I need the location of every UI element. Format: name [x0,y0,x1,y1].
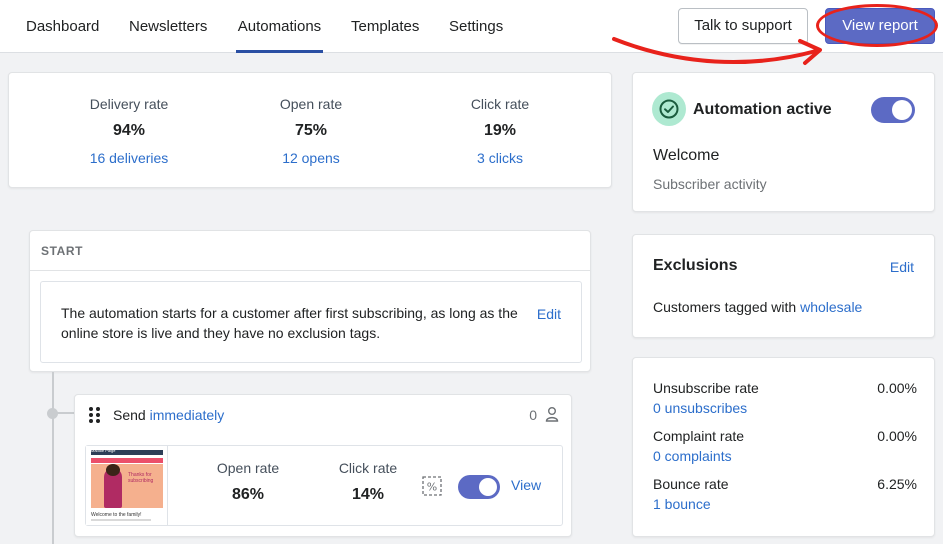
tab-dashboard[interactable]: Dashboard [26,0,99,53]
send-prefix: Send [113,407,146,423]
exclusions-edit-link[interactable]: Edit [890,259,914,275]
rate-unsubscribe: Unsubscribe rate 0.00% 0 unsubscribes [653,380,917,416]
flow-connector-dot [47,408,58,419]
email-click-rate: Click rate 14% [308,460,428,504]
start-step-heading: START [30,231,590,271]
automation-status-card: Automation active Welcome Subscriber act… [632,72,935,212]
rate-link[interactable]: 1 bounce [653,496,917,512]
rate-value: 6.25% [877,476,917,492]
metric-label: Delivery rate [89,96,169,112]
metric-open: Open rate 75% 12 opens [231,96,391,166]
exclusions-card: Exclusions Edit Customers tagged with wh… [632,234,935,338]
rate-link[interactable]: 0 unsubscribes [653,400,917,416]
status-badge [652,92,686,126]
thumbnail-body-text: Welcome to the family! [91,512,142,518]
email-details: Maddie Paige Thanks for subscribing Welc… [85,445,563,526]
email-open-rate: Open rate 86% [188,460,308,504]
start-step-description: The automation starts for a customer aft… [61,305,518,341]
metric-link[interactable]: 16 deliveries [49,150,209,166]
metric-label: Open rate [279,96,343,112]
metric-link[interactable]: 12 opens [231,150,391,166]
exclusions-title: Exclusions [653,257,738,274]
exclusion-tag-link[interactable]: wholesale [800,299,862,315]
automation-active-toggle[interactable] [871,97,915,123]
metric-value: 75% [294,122,328,139]
recipient-count: 0 [529,407,537,423]
thumbnail-banner: Thanks for subscribing [128,472,154,484]
rate-link[interactable]: 0 complaints [653,448,917,464]
tab-settings[interactable]: Settings [449,0,503,53]
flow-connector-line [52,372,54,544]
annotation-highlight-circle [816,4,938,47]
metric-link[interactable]: 3 clicks [420,150,580,166]
email-view-link[interactable]: View [511,477,541,493]
check-circle-icon [659,99,679,119]
start-edit-link[interactable]: Edit [537,306,561,322]
send-timing-label: Send immediately [113,407,224,423]
discount-icon[interactable]: % [422,476,442,496]
email-click-label: Click rate [338,460,398,476]
tab-templates[interactable]: Templates [351,0,419,53]
email-step-card: Send immediately 0 Maddie Paige Thanks f… [74,394,572,537]
thumbnail-nav-strip [91,458,163,463]
email-open-value: 86% [231,486,265,503]
send-timing-link[interactable]: immediately [150,407,225,423]
automation-status-title: Automation active [693,101,832,118]
exclusions-text: Customers tagged with [653,299,797,315]
metric-delivery: Delivery rate 94% 16 deliveries [49,96,209,166]
tab-newsletters[interactable]: Newsletters [129,0,207,53]
metric-label: Click rate [470,96,530,112]
svg-text:%: % [427,481,437,494]
email-click-value: 14% [351,486,385,503]
drag-handle-icon[interactable] [89,407,101,423]
tab-automations[interactable]: Automations [236,0,323,53]
rate-value: 0.00% [877,380,917,396]
automation-name: Welcome [653,147,720,164]
thumbnail-person-hair [106,464,120,476]
annotation-arrow-icon [612,37,822,65]
thumbnail-hero [91,464,163,508]
summary-metrics-card: Delivery rate 94% 16 deliveries Open rat… [8,72,612,188]
metric-value: 94% [112,122,146,139]
rate-bounce: Bounce rate 6.25% 1 bounce [653,476,917,512]
rate-complaint: Complaint rate 0.00% 0 complaints [653,428,917,464]
toggle-knob [479,478,497,496]
automation-trigger: Subscriber activity [653,176,767,192]
exclusions-description: Customers tagged with wholesale [653,299,862,315]
thumbnail-brand: Maddie Paige [91,448,116,453]
person-icon [545,407,559,422]
email-thumbnail[interactable]: Maddie Paige Thanks for subscribing Welc… [86,446,168,525]
thumbnail-text-line [91,519,151,521]
deliverability-rates-card: Unsubscribe rate 0.00% 0 unsubscribes Co… [632,357,935,537]
rate-value: 0.00% [877,428,917,444]
metric-value: 19% [483,122,517,139]
metric-click: Click rate 19% 3 clicks [420,96,580,166]
email-enabled-toggle[interactable] [458,475,500,499]
start-step-body: The automation starts for a customer aft… [40,281,582,363]
email-open-label: Open rate [216,460,280,476]
start-step-card: START The automation starts for a custom… [29,230,591,372]
toggle-knob [892,100,912,120]
